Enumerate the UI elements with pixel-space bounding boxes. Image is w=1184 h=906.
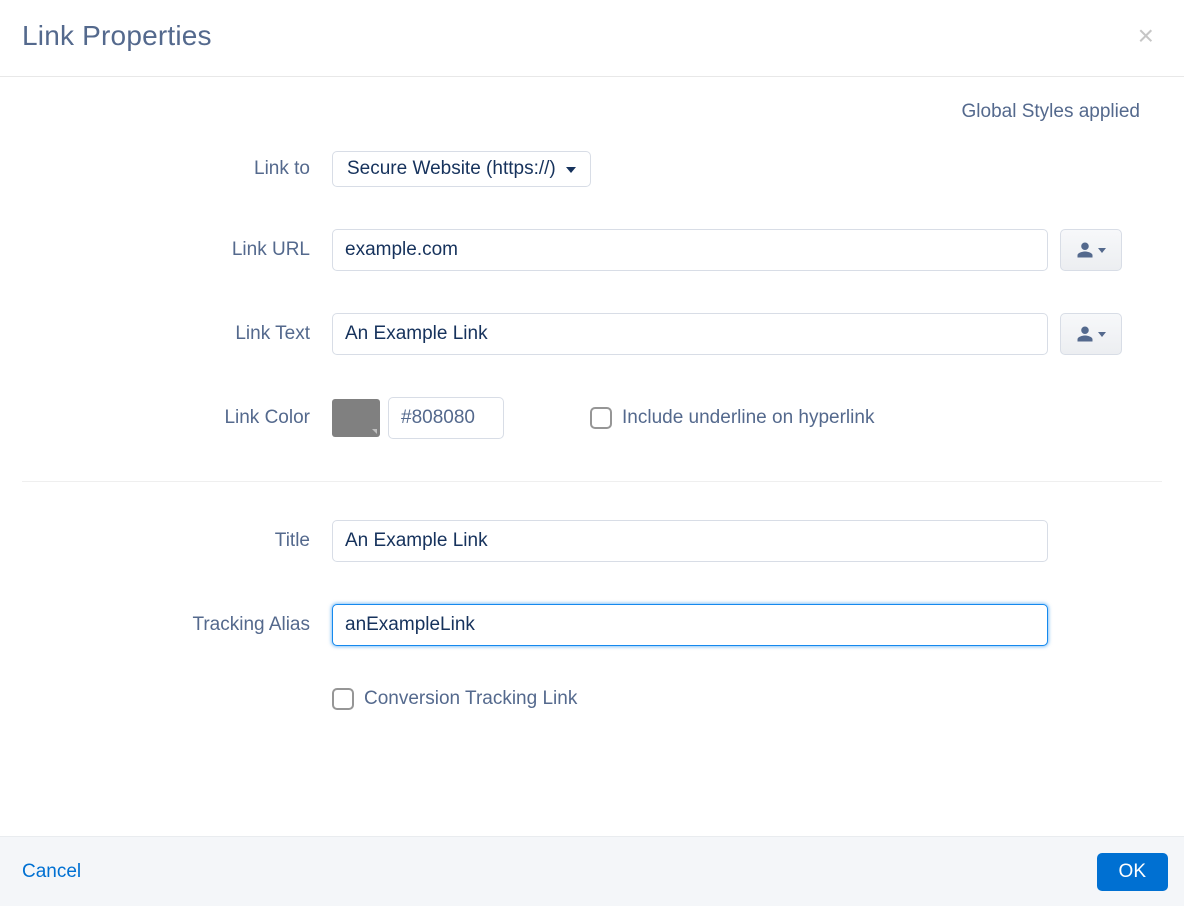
label-title: Title [22,530,332,552]
link-text-input[interactable] [332,313,1048,355]
link-text-personalize-button[interactable] [1060,313,1122,355]
row-link-color: Link Color Include underline on hyperlin… [22,397,1162,439]
link-url-input[interactable] [332,229,1048,271]
ok-button[interactable]: OK [1097,853,1168,891]
link-properties-dialog: Link Properties × Global Styles applied … [0,0,1184,906]
checkbox-icon [332,688,354,710]
link-color-swatch[interactable] [332,399,380,437]
chevron-down-icon [1098,248,1106,253]
chevron-down-icon [1098,332,1106,337]
chevron-down-icon [566,167,576,173]
label-link-color: Link Color [22,407,332,429]
tracking-alias-input[interactable] [332,604,1048,646]
global-styles-label: Global Styles applied [22,101,1162,123]
person-icon [1076,325,1094,343]
person-icon [1076,241,1094,259]
conversion-tracking-checkbox[interactable]: Conversion Tracking Link [332,688,577,710]
link-to-value: Secure Website (https://) [347,158,556,180]
conversion-tracking-label: Conversion Tracking Link [364,688,577,710]
link-url-personalize-button[interactable] [1060,229,1122,271]
row-conversion-tracking: Conversion Tracking Link [22,688,1162,710]
label-link-url: Link URL [22,239,332,261]
close-icon[interactable]: × [1130,18,1162,54]
include-underline-checkbox[interactable]: Include underline on hyperlink [590,407,874,429]
cancel-button[interactable]: Cancel [16,855,87,889]
section-divider [22,481,1162,482]
dialog-header: Link Properties × [0,0,1184,77]
row-link-text: Link Text [22,313,1162,355]
include-underline-label: Include underline on hyperlink [622,407,874,429]
row-link-to: Link to Secure Website (https://) [22,151,1162,187]
link-color-input[interactable] [388,397,504,439]
dialog-footer: Cancel OK [0,836,1184,906]
label-link-to: Link to [22,158,332,180]
row-link-url: Link URL [22,229,1162,271]
link-to-select[interactable]: Secure Website (https://) [332,151,591,187]
title-input[interactable] [332,520,1048,562]
dialog-body: Global Styles applied Link to Secure Web… [0,77,1184,836]
label-link-text: Link Text [22,323,332,345]
row-tracking-alias: Tracking Alias [22,604,1162,646]
row-title: Title [22,520,1162,562]
label-tracking-alias: Tracking Alias [22,614,332,636]
dialog-title: Link Properties [22,20,212,52]
checkbox-icon [590,407,612,429]
